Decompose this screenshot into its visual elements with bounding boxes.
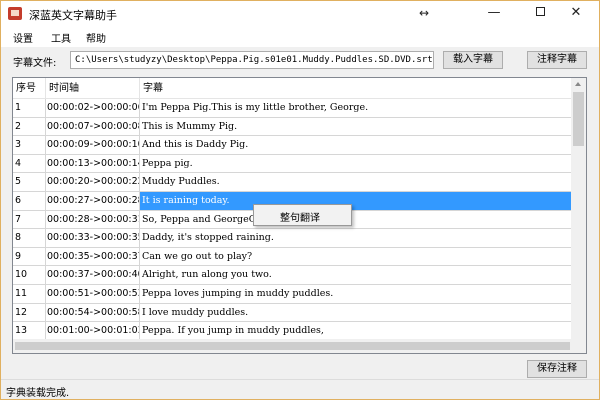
row-time-cell: 00:00:20->00:00:22 xyxy=(46,173,140,192)
annotate-subtitle-button[interactable]: 注释字幕 xyxy=(527,51,587,69)
context-menu: 整句翻译 xyxy=(253,204,352,226)
app-window: 深蓝英文字幕助手 ↔ — ✕ 设置 工具 帮助 字幕文件: C:\Users\s… xyxy=(0,0,600,400)
table-row[interactable]: 4 00:00:13->00:00:14 Peppa pig. xyxy=(13,154,573,174)
column-header-timeline[interactable]: 时间轴 xyxy=(46,78,140,99)
row-subtitle-cell: Peppa pig. xyxy=(142,157,193,169)
column-header-number[interactable]: 序号 xyxy=(13,78,46,99)
row-time-cell: 00:00:09->00:00:10 xyxy=(46,136,140,155)
row-number-cell: 6 xyxy=(13,191,46,210)
row-subtitle-cell: I'm Peppa Pig.This is my little brother,… xyxy=(142,102,369,113)
table-row[interactable]: 2 00:00:07->00:00:08 This is Mummy Pig. xyxy=(13,117,573,137)
maximize-icon xyxy=(535,7,545,16)
row-subtitle-cell: It is raining today. xyxy=(140,191,573,210)
scroll-up-icon[interactable] xyxy=(575,82,581,86)
menu-help[interactable]: 帮助 xyxy=(86,30,106,45)
subtitle-file-label: 字幕文件: xyxy=(13,58,57,69)
row-subtitle-cell: Peppa loves jumping in muddy puddles. xyxy=(142,287,334,299)
row-time-cell: 00:01:00->00:01:03 xyxy=(46,322,140,341)
row-time-cell: 00:00:54->00:00:58 xyxy=(46,303,140,322)
row-subtitle-cell: Can we go out to play? xyxy=(142,250,253,262)
row-number-cell: 1 xyxy=(13,99,46,117)
row-time-cell: 00:00:13->00:00:14 xyxy=(46,154,140,173)
row-number-cell: 10 xyxy=(13,266,46,285)
menu-settings[interactable]: 设置 xyxy=(13,30,33,45)
save-annotation-button[interactable]: 保存注释 xyxy=(527,360,587,378)
table-row[interactable]: 9 00:00:35->00:00:37 Can we go out to play… xyxy=(13,247,573,267)
horizontal-scroll-thumb[interactable] xyxy=(15,342,570,350)
context-menu-translate-sentence[interactable]: 整句翻译 xyxy=(280,209,320,224)
row-time-cell: 00:00:33->00:00:35 xyxy=(46,229,140,248)
status-bar: 字典装载完成. xyxy=(1,379,599,399)
row-number-cell: 7 xyxy=(13,210,46,229)
row-number-cell: 9 xyxy=(13,247,46,266)
app-logo-icon xyxy=(8,7,22,20)
row-number-cell: 3 xyxy=(13,136,46,155)
table-row[interactable]: 11 00:00:51->00:00:53 Peppa loves jumping … xyxy=(13,284,573,304)
row-subtitle-cell: Daddy, it's stopped raining. xyxy=(142,232,274,244)
table-row[interactable]: 10 00:00:37->00:00:40 Alright, run along y… xyxy=(13,266,573,285)
row-subtitle-cell: I love muddy puddles. xyxy=(142,306,249,318)
row-time-cell: 00:00:02->00:00:06 xyxy=(46,99,140,117)
row-time-cell: 00:00:07->00:00:08 xyxy=(46,117,140,136)
row-subtitle-cell: Muddy Puddles. xyxy=(142,176,220,188)
subtitle-file-path-field[interactable]: C:\Users\studyzy\Desktop\Peppa.Pig.s01e0… xyxy=(70,51,434,69)
row-number-cell: 11 xyxy=(13,284,46,303)
row-subtitle-cell: And this is Daddy Pig. xyxy=(142,139,249,151)
title-bar: 深蓝英文字幕助手 ↔ — ✕ xyxy=(1,1,599,27)
row-number-cell: 4 xyxy=(13,154,46,173)
table-row[interactable]: 3 00:00:09->00:00:10 And this is Daddy Pig… xyxy=(13,136,573,155)
column-header-subtitle[interactable]: 字幕 xyxy=(140,78,573,99)
table-row[interactable]: 1 00:00:02->00:00:06 I'm Peppa Pig.This is… xyxy=(13,99,573,118)
row-time-cell: 00:00:27->00:00:28 xyxy=(46,191,140,210)
close-button[interactable]: ✕ xyxy=(553,1,599,27)
table-row[interactable]: 12 00:00:54->00:00:58 I love muddy puddles… xyxy=(13,303,573,323)
vertical-scroll-thumb[interactable] xyxy=(573,92,584,146)
horizontal-scrollbar[interactable] xyxy=(13,339,586,353)
table-row[interactable]: 13 00:01:00->00:01:03 Peppa. If you jump i… xyxy=(13,322,573,341)
row-number-cell: 5 xyxy=(13,173,46,192)
vertical-scrollbar[interactable] xyxy=(571,78,586,339)
load-subtitle-button[interactable]: 载入字幕 xyxy=(443,51,503,69)
row-number-cell: 13 xyxy=(13,322,46,341)
row-time-cell: 00:00:37->00:00:40 xyxy=(46,266,140,285)
menu-bar: 设置 工具 帮助 xyxy=(1,27,599,47)
minimize-button[interactable]: — xyxy=(471,1,517,27)
resize-arrows-icon: ↔ xyxy=(418,6,430,20)
row-time-cell: 00:00:28->00:00:31 xyxy=(46,210,140,229)
table-row[interactable]: 5 00:00:20->00:00:22 Muddy Puddles. xyxy=(13,173,573,192)
row-number-cell: 12 xyxy=(13,303,46,322)
row-subtitle-cell: Alright, run along you two. xyxy=(142,269,272,281)
row-number-cell: 8 xyxy=(13,229,46,248)
row-subtitle-cell: So, Peppa and GeorgeCan xyxy=(142,213,268,225)
menu-tools[interactable]: 工具 xyxy=(51,30,71,45)
list-header: 序号 时间轴 字幕 xyxy=(13,78,573,99)
row-number-cell: 2 xyxy=(13,117,46,136)
row-time-cell: 00:00:35->00:00:37 xyxy=(46,247,140,266)
table-row[interactable]: 8 00:00:33->00:00:35 Daddy, it's stopped r… xyxy=(13,229,573,248)
row-subtitle-cell: This is Mummy Pig. xyxy=(142,120,238,132)
window-title: 深蓝英文字幕助手 xyxy=(29,9,117,22)
status-text: 字典装载完成. xyxy=(6,388,70,399)
row-subtitle-cell: Peppa. If you jump in muddy puddles, xyxy=(142,325,324,337)
row-time-cell: 00:00:51->00:00:53 xyxy=(46,284,140,303)
